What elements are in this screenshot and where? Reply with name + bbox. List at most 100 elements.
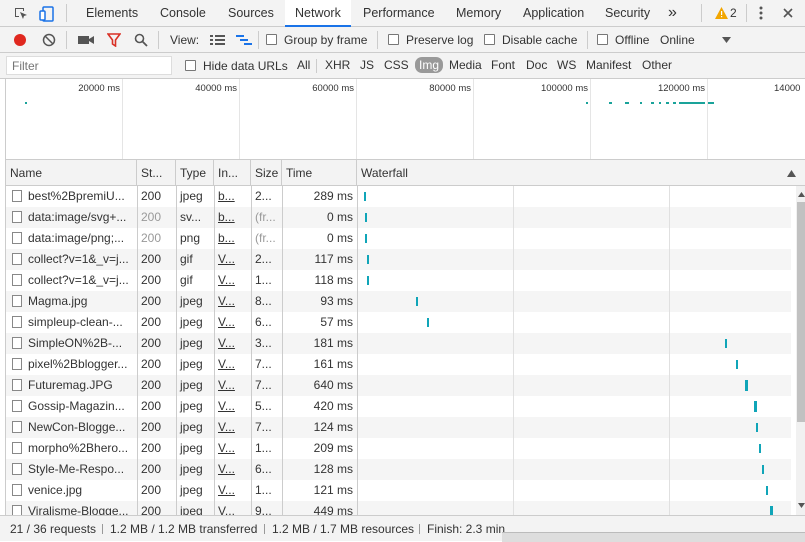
request-name[interactable]: collect?v=1&_v=j... — [24, 270, 137, 291]
chevron-down-icon[interactable] — [720, 35, 732, 45]
request-initiator[interactable]: V... — [214, 417, 251, 438]
tab-sources[interactable]: Sources — [228, 0, 274, 26]
request-name[interactable]: data:image/png;... — [24, 228, 137, 249]
request-name[interactable]: Style-Me-Respo... — [24, 459, 137, 480]
table-row[interactable]: morpho%2Bhero... 200 jpeg V... 1... 209 ms — [6, 438, 791, 459]
request-name[interactable]: Viralisme-Blogge... — [24, 501, 137, 515]
table-row[interactable]: best%2BpremiU... 200 jpeg b... 2... 289 ms — [6, 186, 791, 207]
filter-type-all[interactable]: All — [297, 58, 310, 72]
preserve-log-checkbox[interactable] — [388, 34, 399, 45]
filter-type-js[interactable]: JS — [360, 58, 374, 72]
request-initiator[interactable]: V... — [214, 354, 251, 375]
device-toolbar-icon[interactable] — [38, 5, 56, 23]
column-header-initiator[interactable]: In... — [214, 160, 251, 186]
group-by-frame-checkbox[interactable] — [266, 34, 277, 45]
column-header-name[interactable]: Name — [6, 160, 137, 186]
filter-type-font[interactable]: Font — [491, 58, 515, 72]
table-row[interactable]: venice.jpg 200 jpeg V... 1... 121 ms — [6, 480, 791, 501]
filter-type-css[interactable]: CSS — [384, 58, 409, 72]
request-initiator[interactable]: V... — [214, 396, 251, 417]
table-row[interactable]: collect?v=1&_v=j... 200 gif V... 1... 118 ms — [6, 270, 791, 291]
request-initiator[interactable]: V... — [214, 312, 251, 333]
search-icon[interactable] — [133, 32, 149, 48]
table-row[interactable]: pixel%2Bblogger... 200 jpeg V... 7... 161 ms — [6, 354, 791, 375]
filter-type-img[interactable]: Img — [415, 57, 444, 73]
request-initiator[interactable]: V... — [214, 375, 251, 396]
close-icon[interactable] — [780, 5, 796, 21]
warning-icon[interactable] — [714, 5, 728, 21]
table-row[interactable]: Magma.jpg 200 jpeg V... 8... 93 ms — [6, 291, 791, 312]
filter-icon[interactable] — [106, 32, 122, 48]
hide-data-urls-checkbox[interactable] — [185, 60, 196, 71]
scrollbar-thumb[interactable] — [797, 202, 805, 422]
tab-memory[interactable]: Memory — [456, 0, 501, 26]
large-rows-icon[interactable] — [208, 32, 226, 48]
request-name[interactable]: Futuremag.JPG — [24, 375, 137, 396]
request-name[interactable]: best%2BpremiU... — [24, 186, 137, 207]
request-name[interactable]: NewCon-Blogge... — [24, 417, 137, 438]
request-initiator[interactable]: V... — [214, 270, 251, 291]
table-row[interactable]: Style-Me-Respo... 200 jpeg V... 6... 128 ms — [6, 459, 791, 480]
request-name[interactable]: venice.jpg — [24, 480, 137, 501]
scroll-down-icon[interactable] — [797, 501, 805, 509]
clear-icon[interactable] — [41, 32, 57, 48]
request-name[interactable]: data:image/svg+... — [24, 207, 137, 228]
request-initiator[interactable]: V... — [214, 333, 251, 354]
table-row[interactable]: Futuremag.JPG 200 jpeg V... 7... 640 ms — [6, 375, 791, 396]
table-row[interactable]: data:image/png;... 200 png b... (fr... 0 ms — [6, 228, 791, 249]
filter-type-xhr[interactable]: XHR — [325, 58, 350, 72]
filter-type-media[interactable]: Media — [449, 58, 482, 72]
tab-elements[interactable]: Elements — [86, 0, 138, 26]
offline-checkbox[interactable] — [597, 34, 608, 45]
tab-performance[interactable]: Performance — [363, 0, 435, 26]
column-header-type[interactable]: Type — [176, 160, 214, 186]
request-name[interactable]: SimpleON%2B-... — [24, 333, 137, 354]
capture-screenshots-icon[interactable] — [77, 32, 95, 48]
filter-type-doc[interactable]: Doc — [526, 58, 547, 72]
table-row[interactable]: data:image/svg+... 200 sv... b... (fr... 0 ms — [6, 207, 791, 228]
tab-network[interactable]: Network — [285, 0, 351, 27]
table-row[interactable]: Viralisme-Blogge... 200 jpeg V... 9... 449 ms — [6, 501, 791, 515]
request-initiator[interactable]: V... — [214, 480, 251, 501]
table-row[interactable]: collect?v=1&_v=j... 200 gif V... 2... 117 ms — [6, 249, 791, 270]
column-header-status[interactable]: St... — [137, 160, 176, 186]
inspect-element-icon[interactable] — [12, 5, 30, 23]
request-name[interactable]: pixel%2Bblogger... — [24, 354, 137, 375]
request-name[interactable]: simpleup-clean-... — [24, 312, 137, 333]
request-initiator[interactable]: V... — [214, 249, 251, 270]
request-initiator[interactable]: V... — [214, 438, 251, 459]
request-initiator[interactable]: V... — [214, 291, 251, 312]
filter-type-manifest[interactable]: Manifest — [586, 58, 631, 72]
request-initiator[interactable]: b... — [214, 228, 251, 249]
filter-type-ws[interactable]: WS — [557, 58, 576, 72]
request-initiator[interactable]: b... — [214, 186, 251, 207]
tab-application[interactable]: Application — [523, 0, 584, 26]
request-name[interactable]: Gossip-Magazin... — [24, 396, 137, 417]
column-header-waterfall[interactable]: Waterfall — [357, 160, 805, 186]
table-row[interactable]: Gossip-Magazin... 200 jpeg V... 5... 420 ms — [6, 396, 791, 417]
request-name[interactable]: Magma.jpg — [24, 291, 137, 312]
request-name[interactable]: morpho%2Bhero... — [24, 438, 137, 459]
table-row[interactable]: SimpleON%2B-... 200 jpeg V... 3... 181 ms — [6, 333, 791, 354]
throttling-select[interactable]: Online — [660, 33, 695, 47]
table-row[interactable]: simpleup-clean-... 200 jpeg V... 6... 57 ms — [6, 312, 791, 333]
request-initiator[interactable]: V... — [214, 501, 251, 515]
filter-input[interactable] — [6, 56, 172, 75]
waterfall-overview-icon[interactable] — [235, 32, 253, 48]
request-name[interactable]: collect?v=1&_v=j... — [24, 249, 137, 270]
request-initiator[interactable]: V... — [214, 459, 251, 480]
table-scrollbar[interactable] — [796, 186, 805, 515]
disable-cache-checkbox[interactable] — [484, 34, 495, 45]
tab-console[interactable]: Console — [160, 0, 206, 26]
tab-security[interactable]: Security — [605, 0, 650, 26]
customize-menu-icon[interactable] — [754, 5, 768, 21]
table-row[interactable]: NewCon-Blogge... 200 jpeg V... 7... 124 ms — [6, 417, 791, 438]
network-overview[interactable]: 20000 ms 40000 ms 60000 ms 80000 ms 1000… — [5, 79, 805, 160]
request-initiator[interactable]: b... — [214, 207, 251, 228]
sort-ascending-icon[interactable] — [786, 168, 796, 178]
column-header-size[interactable]: Size — [251, 160, 282, 186]
record-button[interactable] — [12, 32, 28, 48]
scroll-up-icon[interactable] — [797, 190, 805, 198]
filter-type-other[interactable]: Other — [642, 58, 672, 72]
column-header-time[interactable]: Time — [282, 160, 357, 186]
